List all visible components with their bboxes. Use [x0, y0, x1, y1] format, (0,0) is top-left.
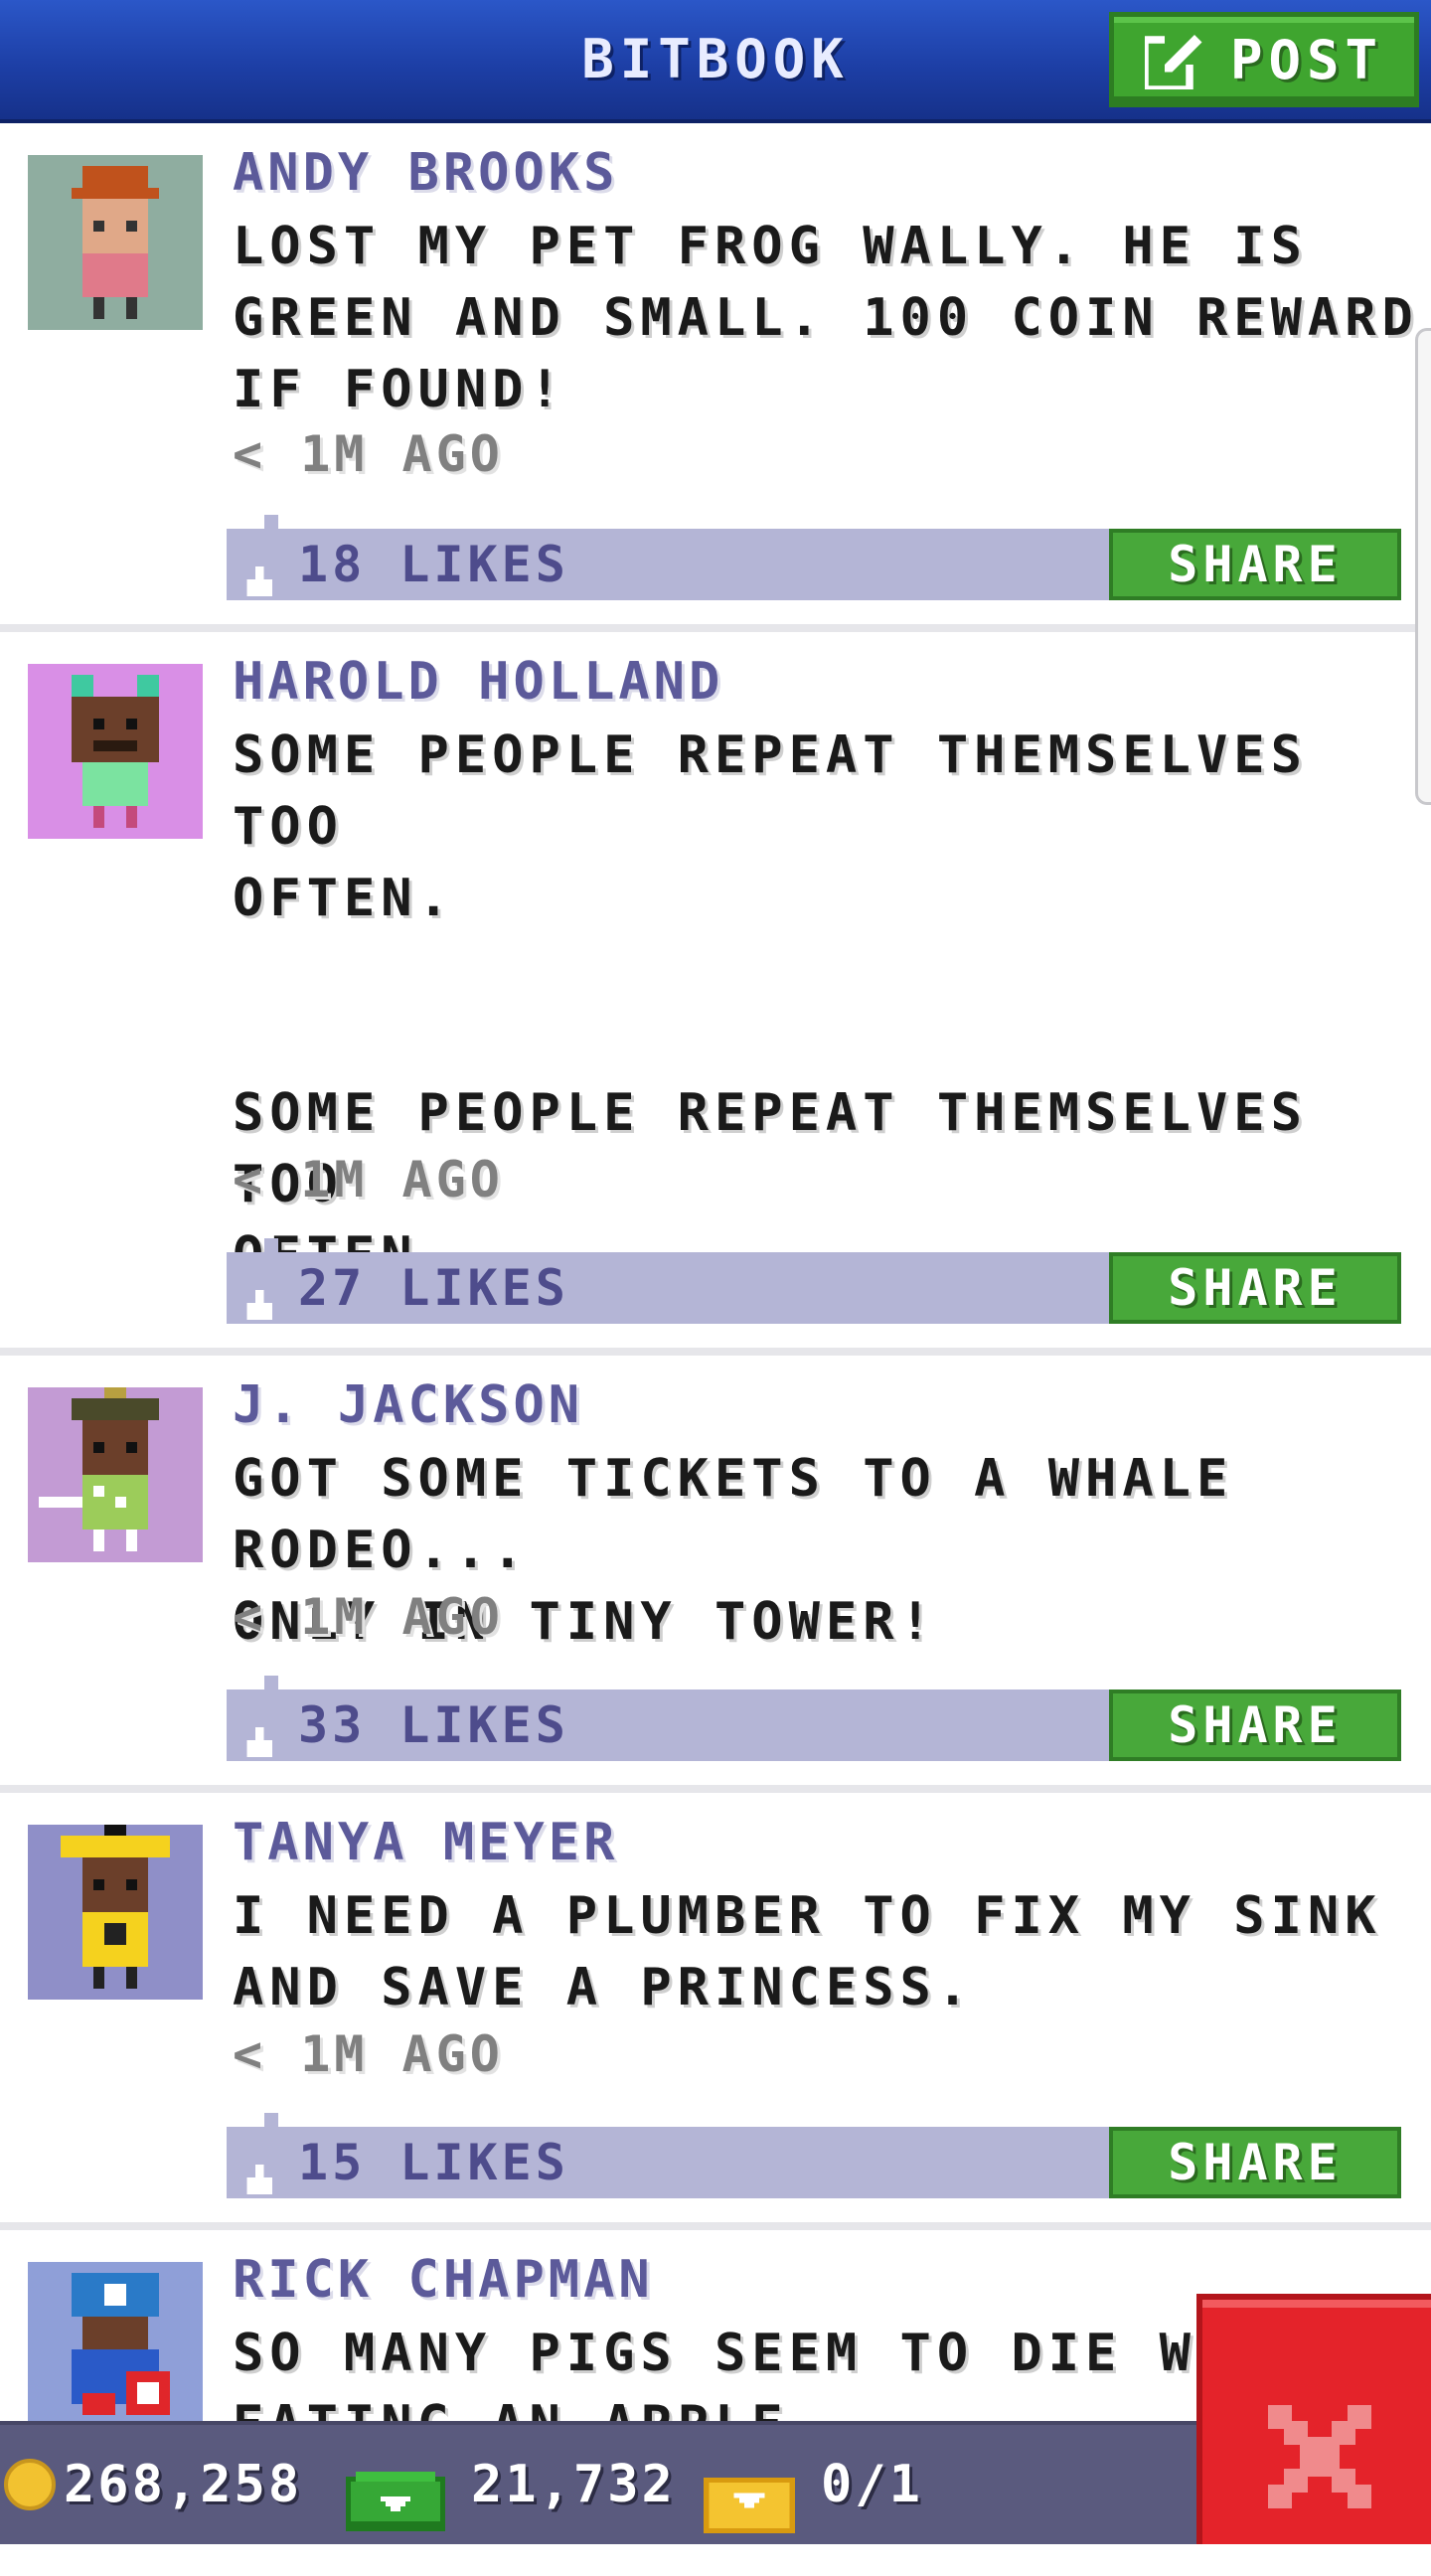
post-time: < 1M AGO — [233, 1588, 504, 1646]
like-count[interactable]: 33 LIKES — [242, 1690, 569, 1761]
divider — [0, 1348, 1431, 1356]
ticket-balance: 0/1 — [704, 2425, 923, 2544]
thumbs-up-icon — [242, 1271, 276, 1320]
post-time: < 1M AGO — [233, 2025, 504, 2083]
avatar[interactable] — [28, 1387, 203, 1562]
bux-balance: 21,732 — [346, 2425, 676, 2544]
post-author[interactable]: TANYA MEYER — [233, 1813, 618, 1872]
divider — [0, 2222, 1431, 2230]
bux-count: 21,732 — [471, 2455, 676, 2514]
avatar[interactable] — [28, 1825, 203, 2000]
share-button[interactable]: SHARE — [1109, 2127, 1401, 2198]
like-bar-notch — [264, 1676, 278, 1690]
header-bar: BITBOOK POST — [0, 0, 1431, 123]
divider — [0, 1785, 1431, 1793]
avatar[interactable] — [28, 155, 203, 330]
coin-balance: 268,258 — [4, 2425, 302, 2544]
like-count-label: 27 LIKES — [298, 1259, 569, 1317]
post-button[interactable]: POST — [1109, 12, 1419, 107]
scroll-indicator[interactable] — [1415, 328, 1431, 805]
like-bar: 33 LIKES SHARE — [227, 1676, 1401, 1761]
share-button[interactable]: SHARE — [1109, 529, 1401, 600]
ticket-count: 0/1 — [821, 2455, 923, 2514]
like-count[interactable]: 27 LIKES — [242, 1252, 569, 1324]
post-time: < 1M AGO — [233, 1151, 504, 1208]
bux-icon — [346, 2455, 445, 2531]
close-button[interactable] — [1196, 2294, 1431, 2544]
like-count-label: 33 LIKES — [298, 1696, 569, 1754]
like-bar: 27 LIKES SHARE — [227, 1238, 1401, 1324]
like-bar-notch — [264, 515, 278, 529]
like-count-label: 18 LIKES — [298, 536, 569, 593]
thumbs-up-icon — [242, 2146, 276, 2194]
post-time: < 1M AGO — [233, 425, 504, 483]
post-author[interactable]: HAROLD HOLLAND — [233, 652, 723, 712]
like-bar-notch — [264, 1238, 278, 1252]
divider — [0, 624, 1431, 632]
avatar[interactable] — [28, 2262, 203, 2421]
post-author[interactable]: ANDY BROOKS — [233, 143, 618, 203]
like-count[interactable]: 15 LIKES — [242, 2127, 569, 2198]
coin-count: 268,258 — [64, 2455, 303, 2514]
like-bar: 18 LIKES SHARE — [227, 515, 1401, 600]
post-message: I NEED A PLUMBER TO FIX MY SINK AND SAVE… — [233, 1886, 1382, 2017]
share-button[interactable]: SHARE — [1109, 1252, 1401, 1324]
share-button[interactable]: SHARE — [1109, 1690, 1401, 1761]
post-author[interactable]: RICK CHAPMAN — [233, 2250, 654, 2310]
like-bar: 15 LIKES SHARE — [227, 2113, 1401, 2198]
edit-icon — [1141, 30, 1204, 93]
like-count-label: 15 LIKES — [298, 2134, 569, 2191]
post-author[interactable]: J. JACKSON — [233, 1375, 583, 1435]
post-button-label: POST — [1229, 28, 1384, 91]
coin-icon — [4, 2459, 56, 2510]
close-icon — [1268, 2405, 1371, 2508]
post-message: LOST MY PET FROG WALLY. HE IS GREEN AND … — [233, 217, 1419, 419]
thumbs-up-icon — [242, 548, 276, 596]
thumbs-up-icon — [242, 1708, 276, 1757]
ticket-icon — [704, 2457, 795, 2533]
avatar[interactable] — [28, 664, 203, 839]
like-bar-notch — [264, 2113, 278, 2127]
like-count[interactable]: 18 LIKES — [242, 529, 569, 600]
